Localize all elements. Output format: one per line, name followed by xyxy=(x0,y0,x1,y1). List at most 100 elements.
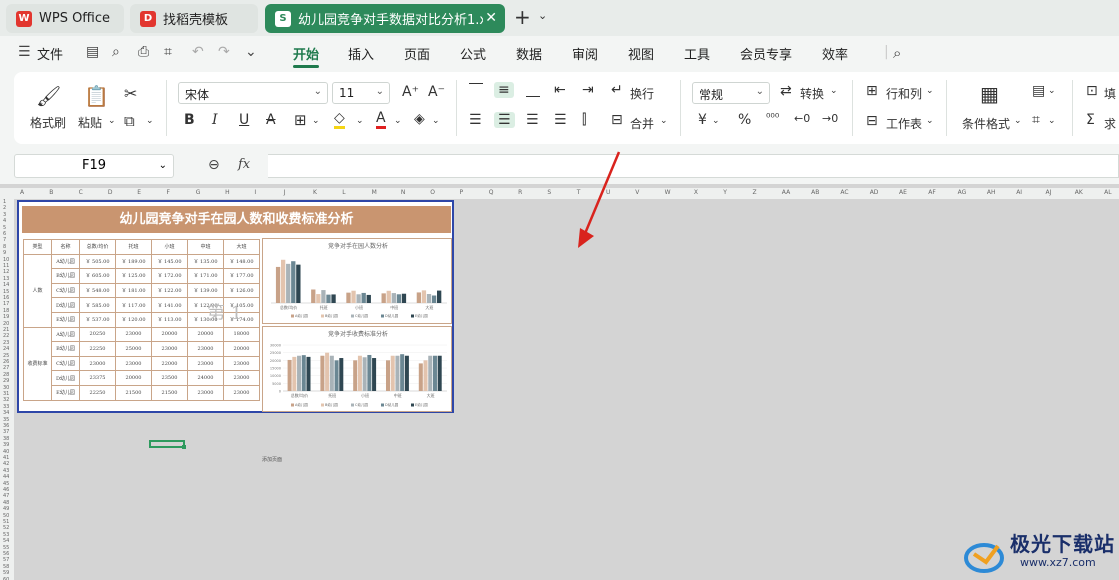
row-header[interactable]: 51 xyxy=(3,519,9,525)
sum-icon[interactable]: Σ xyxy=(1086,112,1095,128)
column-header[interactable]: D xyxy=(108,189,113,196)
table-cell[interactable]: ￥ 135.00 xyxy=(187,253,224,270)
menu-insert[interactable]: 插入 xyxy=(348,44,374,63)
menu-data[interactable]: 数据 xyxy=(516,44,542,63)
zoom-icon[interactable]: ⊖ xyxy=(208,157,220,173)
chevron-down-icon[interactable]: ⌄ xyxy=(538,9,547,22)
column-header[interactable]: AB xyxy=(811,189,819,196)
table-cell[interactable]: ￥ 189.00 xyxy=(115,253,152,270)
convert-icon[interactable]: ⇄ xyxy=(780,83,792,99)
add-page-link[interactable]: 添加页面 xyxy=(262,456,282,463)
column-header[interactable]: Q xyxy=(489,189,494,196)
column-header[interactable]: AA xyxy=(782,189,790,196)
table-header-cell[interactable]: 总数/均价 xyxy=(79,239,116,255)
table-cell[interactable]: 22250 xyxy=(79,341,116,357)
redo-icon[interactable]: ↷ xyxy=(218,44,230,60)
column-header[interactable]: F xyxy=(167,189,170,196)
table-cell[interactable]: 20000 xyxy=(115,370,152,386)
table-cell[interactable]: 24000 xyxy=(187,370,224,386)
table-cell[interactable]: ￥ 177.00 xyxy=(223,268,260,284)
column-header[interactable]: T xyxy=(577,189,581,196)
table-cell[interactable]: ￥ 145.00 xyxy=(151,253,188,270)
worksheet-icon[interactable]: ⊟ xyxy=(866,113,878,129)
row-header[interactable]: 25 xyxy=(3,353,9,359)
chevron-down-icon[interactable]: ⌄ xyxy=(926,86,934,96)
menu-page[interactable]: 页面 xyxy=(404,44,430,63)
menu-tools[interactable]: 工具 xyxy=(684,44,710,63)
print-icon[interactable]: ⎙ xyxy=(138,44,149,60)
save-icon[interactable]: ▤ xyxy=(86,44,99,60)
chevron-down-icon[interactable]: ⌄ xyxy=(1048,116,1056,126)
row-header[interactable]: 56 xyxy=(3,551,9,557)
table-header-cell[interactable]: 大班 xyxy=(223,239,260,255)
wrap-text-icon[interactable]: ↵ xyxy=(611,82,623,98)
fill-label[interactable]: 填 xyxy=(1104,85,1116,102)
row-header[interactable]: 49 xyxy=(3,506,9,512)
chevron-down-icon[interactable]: ⌄ xyxy=(146,116,154,126)
column-header[interactable]: AE xyxy=(899,189,907,196)
row-header[interactable]: 10 xyxy=(3,257,9,263)
fill-icon[interactable]: ⊡ xyxy=(1086,83,1098,99)
chart-headcount[interactable]: 竞争对手在园人数分析 总数/均价 托班 小班 中班 大班 A幼儿园 B幼儿园 C幼儿园 D幼儿园 E… xyxy=(262,238,452,324)
column-header[interactable]: E xyxy=(137,189,141,196)
chevron-down-icon[interactable]: ⌄ xyxy=(830,86,838,96)
table-cell[interactable]: 23000 xyxy=(187,384,224,401)
table-cell[interactable]: 21500 xyxy=(151,384,188,401)
table-cell[interactable]: 23000 xyxy=(187,341,224,357)
row-header[interactable]: 34 xyxy=(3,410,9,416)
distributed-icon[interactable]: ⫿ xyxy=(582,112,586,128)
table-cell[interactable]: 20000 xyxy=(151,326,188,343)
table-cell[interactable]: ￥ 139.00 xyxy=(187,282,224,299)
table-cell[interactable]: ￥ 505.00 xyxy=(79,253,116,270)
row-header[interactable]: 5 xyxy=(3,225,6,231)
row-col-icon[interactable]: ⊞ xyxy=(866,83,878,99)
share-icon[interactable]: ⌕ xyxy=(112,44,120,60)
row-header[interactable]: 46 xyxy=(3,487,9,493)
column-header[interactable]: AF xyxy=(928,189,936,196)
sheet-grid[interactable]: A B C D E F G H I J K L M N O P Q R S T U V W X Y Z AA AB AC AD AE AF AG… xyxy=(0,184,1119,580)
justify-icon[interactable]: ☰ xyxy=(554,112,567,128)
copy-icon[interactable]: ⧉ xyxy=(124,112,135,130)
column-header[interactable]: M xyxy=(372,189,377,196)
row-header[interactable]: 41 xyxy=(3,455,9,461)
percent-icon[interactable]: % xyxy=(738,112,751,128)
column-header[interactable]: O xyxy=(430,189,435,196)
column-header[interactable]: C xyxy=(79,189,83,196)
indent-increase-icon[interactable]: ⇥ xyxy=(582,82,594,98)
table-header-cell[interactable]: 类型 xyxy=(23,239,52,255)
cut-icon[interactable]: ✂ xyxy=(124,84,137,103)
font-name-select[interactable]: 宋体 ⌄ xyxy=(178,82,328,104)
table-cell[interactable]: C幼儿园 xyxy=(51,282,80,299)
table-header-cell[interactable]: 托班 xyxy=(115,239,152,255)
formula-input[interactable] xyxy=(268,154,1119,178)
column-header[interactable]: AD xyxy=(870,189,879,196)
chevron-down-icon[interactable]: ⌄ xyxy=(712,116,720,126)
align-left-icon[interactable]: ☰ xyxy=(469,112,482,128)
row-header[interactable]: 19 xyxy=(3,314,9,320)
column-header[interactable]: P xyxy=(460,189,464,196)
row-header[interactable]: 42 xyxy=(3,461,9,467)
table-cell[interactable]: 23000 xyxy=(79,355,116,372)
format-painter-icon[interactable]: 🖌 xyxy=(36,84,61,108)
row-header[interactable]: 4 xyxy=(3,218,6,224)
row-header[interactable]: 12 xyxy=(3,269,9,275)
column-header[interactable]: X xyxy=(694,189,698,196)
column-header[interactable]: AL xyxy=(1104,189,1111,196)
column-header[interactable]: W xyxy=(665,189,671,196)
row-header[interactable]: 14 xyxy=(3,282,9,288)
row-header[interactable]: 33 xyxy=(3,404,9,410)
table-cell[interactable]: 25000 xyxy=(115,341,152,357)
table-cell[interactable]: A幼儿园 xyxy=(51,326,80,343)
table-cell[interactable]: ￥ 125.00 xyxy=(115,268,152,284)
table-cell[interactable]: A幼儿园 xyxy=(51,253,80,270)
chevron-down-icon[interactable]: ⌄ xyxy=(1048,86,1056,96)
thousands-icon[interactable]: ⁰⁰⁰ xyxy=(766,111,779,124)
fill-handle[interactable] xyxy=(182,445,186,449)
table-cell[interactable]: 21500 xyxy=(115,384,152,401)
column-header[interactable]: Y xyxy=(723,189,727,196)
row-header[interactable]: 2 xyxy=(3,205,6,211)
row-header[interactable]: 55 xyxy=(3,545,9,551)
row-header[interactable]: 8 xyxy=(3,244,6,250)
row-header[interactable]: 37 xyxy=(3,429,9,435)
column-header[interactable]: J xyxy=(284,189,286,196)
